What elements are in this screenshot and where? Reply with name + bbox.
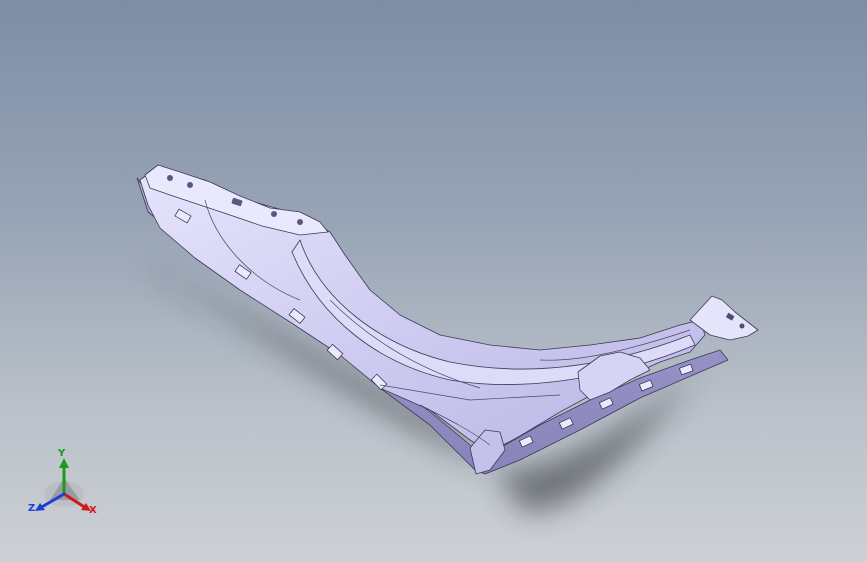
z-axis-label: Z: [28, 503, 36, 514]
axis-triad[interactable]: [0, 0, 867, 562]
x-axis-label: X: [89, 505, 97, 516]
graphics-viewport[interactable]: Y X Z: [0, 0, 867, 562]
y-axis-label: Y: [58, 448, 66, 459]
